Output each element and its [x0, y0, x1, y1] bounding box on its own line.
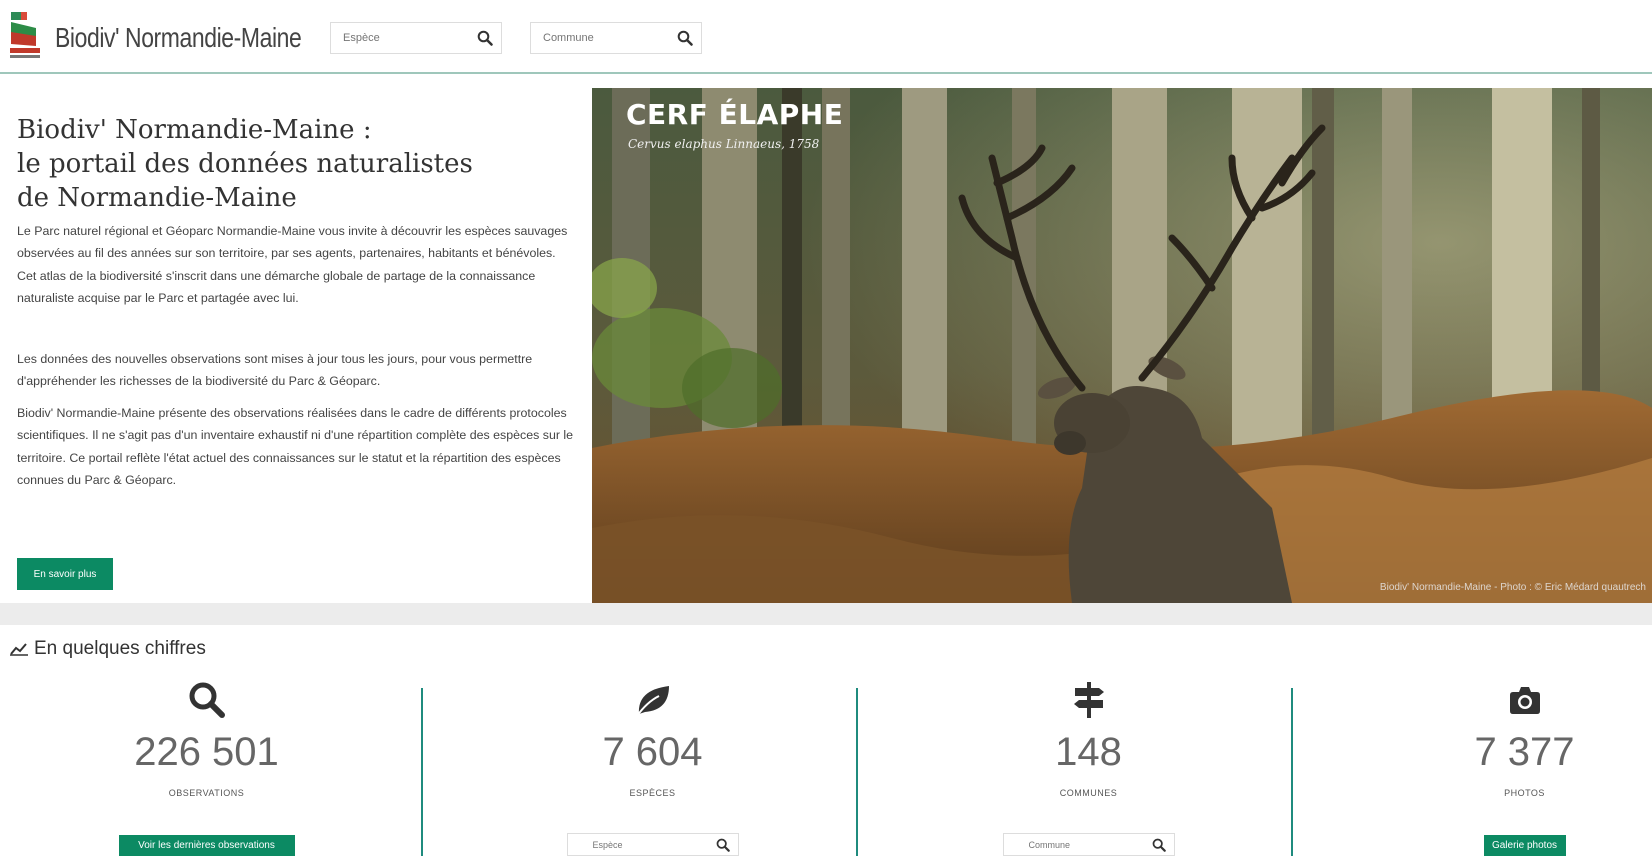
- intro-section: Biodiv' Normandie-Maine : le portail des…: [0, 88, 592, 603]
- stat-divider: [856, 688, 858, 856]
- intro-paragraph-2: Les données des nouvelles observations s…: [17, 352, 533, 389]
- search-icon[interactable]: [1152, 838, 1166, 852]
- commune-stat-input[interactable]: [1018, 834, 1159, 855]
- photo-credit: Biodiv' Normandie-Maine - Photo : © Eric…: [1379, 582, 1646, 593]
- stat-value: 7 377: [1474, 730, 1575, 774]
- chart-line-icon: [10, 643, 28, 656]
- stat-observations: 226 501 OBSERVATIONS Voir les dernières …: [0, 680, 413, 856]
- stats-title: En quelques chiffres: [10, 638, 206, 660]
- hero-banner[interactable]: CERF ÉLAPHE Cervus elaphus Linnaeus, 175…: [592, 88, 1652, 603]
- stat-label: ESPÈCES: [629, 788, 676, 798]
- species-search[interactable]: [330, 22, 502, 54]
- search-icon[interactable]: [477, 30, 493, 46]
- stat-photos: 7 377 PHOTOS Galerie photos: [1318, 680, 1652, 856]
- search-icon: [189, 682, 225, 718]
- site-brand[interactable]: Biodiv' Normandie-Maine: [55, 22, 302, 54]
- title-line-1: Biodiv' Normandie-Maine :: [17, 115, 372, 145]
- hero-photo: [592, 88, 1652, 603]
- commune-search[interactable]: [530, 22, 702, 54]
- learn-more-button[interactable]: En savoir plus: [17, 558, 113, 590]
- stat-communes: 148 COMMUNES: [882, 680, 1295, 856]
- camera-icon: [1509, 687, 1540, 714]
- species-search-input[interactable]: [331, 23, 471, 53]
- stats-title-text: En quelques chiffres: [34, 638, 206, 659]
- scientific-name: Cervus elaphus Linnaeus, 1758: [628, 137, 820, 151]
- stat-value: 226 501: [134, 730, 279, 774]
- stat-divider: [1291, 688, 1293, 856]
- search-icon[interactable]: [677, 30, 693, 46]
- park-logo[interactable]: [8, 10, 42, 64]
- species-name[interactable]: CERF ÉLAPHE: [626, 98, 843, 131]
- commune-stat-search[interactable]: [1002, 833, 1175, 856]
- stat-label: COMMUNES: [1059, 788, 1118, 798]
- intro-paragraph-1: Le Parc naturel régional et Géoparc Norm…: [17, 224, 568, 305]
- latest-observations-button[interactable]: Voir les dernières observations: [118, 835, 295, 856]
- signpost-icon: [1073, 682, 1104, 718]
- stat-label: PHOTOS: [1504, 788, 1545, 798]
- title-line-3: de Normandie-Maine: [17, 183, 297, 213]
- section-divider: [0, 603, 1652, 625]
- leaf-icon: [635, 686, 669, 717]
- stat-value: 148: [1055, 730, 1122, 774]
- stat-divider: [421, 688, 423, 856]
- species-stat-input[interactable]: [582, 834, 723, 855]
- commune-search-input[interactable]: [531, 23, 671, 53]
- stat-value: 7 604: [602, 730, 703, 774]
- stat-label: OBSERVATIONS: [168, 788, 245, 798]
- site-header: Biodiv' Normandie-Maine: [0, 0, 1652, 74]
- search-icon[interactable]: [716, 838, 730, 852]
- photo-gallery-button[interactable]: Galerie photos: [1483, 835, 1566, 856]
- page-title: Biodiv' Normandie-Maine : le portail des…: [17, 113, 577, 215]
- species-stat-search[interactable]: [566, 833, 739, 856]
- title-line-2: le portail des données naturalistes: [17, 149, 473, 179]
- intro-paragraph-3: Biodiv' Normandie-Maine présente des obs…: [17, 406, 574, 487]
- stat-species: 7 604 ESPÈCES: [446, 680, 859, 856]
